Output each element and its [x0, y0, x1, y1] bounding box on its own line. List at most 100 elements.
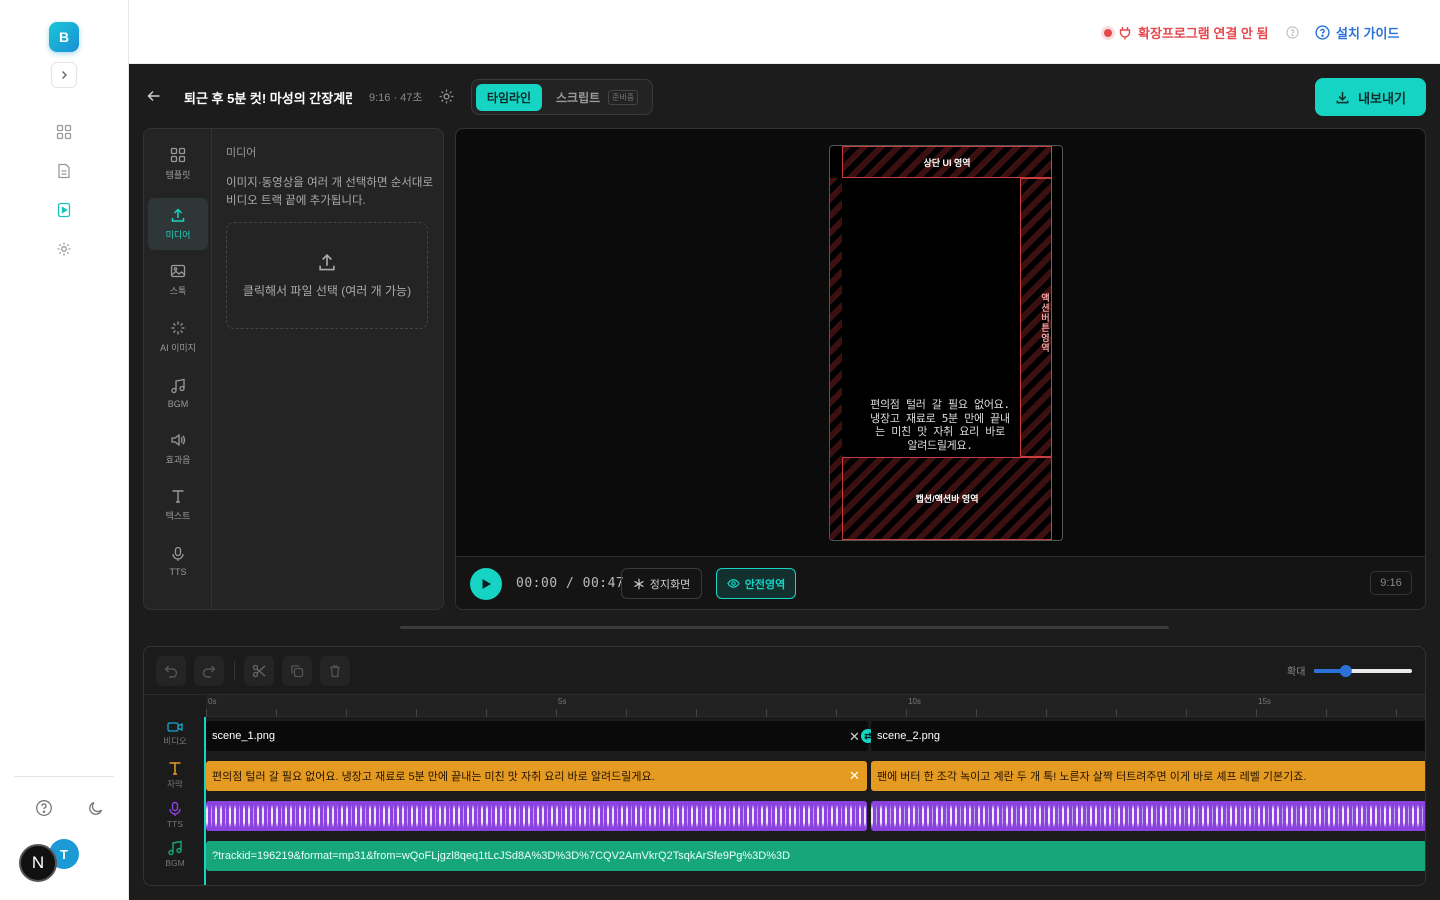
- upload-icon: [319, 253, 335, 271]
- project-settings-button[interactable]: [438, 88, 455, 110]
- gear-icon: [439, 89, 454, 104]
- template-icon: [170, 147, 186, 163]
- ruler-tick: [906, 709, 907, 717]
- tool-sfx[interactable]: 효과음: [148, 423, 208, 475]
- subtitle-clip[interactable]: 팬에 버터 한 조각 녹이고 계란 두 개 톡! 노른자 살짝 터트려주면 이게…: [871, 761, 1425, 791]
- arrow-left-icon: [147, 90, 160, 102]
- time-ruler[interactable]: 0s 5s 10s 15s: [206, 695, 1425, 717]
- ruler-tick: [206, 709, 207, 717]
- waveform: [871, 801, 1425, 831]
- video-canvas[interactable]: 상단 UI 영역 액션버튼영역 캡션/액션바 영역 편의점 털러 갈 필요 없어…: [829, 145, 1063, 541]
- tool-text[interactable]: 텍스트: [148, 479, 208, 531]
- ruler-tick: [1326, 709, 1327, 717]
- copy-icon: [291, 665, 304, 678]
- tab-script-label: 스크립트: [556, 91, 601, 105]
- still-frame-label: 정지화면: [649, 578, 691, 591]
- sidebar-item-documents[interactable]: [54, 161, 74, 181]
- tts-clip[interactable]: [871, 801, 1425, 831]
- tool-ai-image[interactable]: AI 이미지: [148, 311, 208, 363]
- help-button[interactable]: [35, 799, 53, 822]
- ruler-label: 0s: [208, 697, 217, 706]
- tool-stock[interactable]: 스톡: [148, 254, 208, 306]
- total-time: 00:47: [582, 576, 625, 591]
- asset-panel: 템플릿 미디어 스톡 AI 이미지 BGM 효과음 텍스트 TTS 미디어 이미…: [143, 128, 444, 610]
- clip-label: scene_1.png: [212, 730, 275, 742]
- sidebar-expand-button[interactable]: [51, 62, 77, 88]
- safe-zone-top: 상단 UI 영역: [842, 146, 1052, 178]
- video-clip[interactable]: scene_1.png: [206, 721, 868, 751]
- waveform: [206, 801, 867, 831]
- safe-zone-label: 안전영역: [744, 578, 786, 591]
- still-frame-button[interactable]: 정지화면: [621, 568, 702, 599]
- subtitle-clip[interactable]: 편의점 털러 갈 필요 없어요. 냉장고 재료로 5분 만에 끝내는 미친 맛 …: [206, 761, 867, 791]
- install-guide-link[interactable]: 설치 가이드: [1315, 23, 1399, 42]
- clip-label: scene_2.png: [877, 730, 940, 742]
- undo-icon: [164, 665, 178, 678]
- video-file-icon: [57, 202, 71, 218]
- play-button[interactable]: [470, 568, 502, 600]
- export-button[interactable]: 내보내기: [1315, 78, 1426, 116]
- mic-icon: [169, 801, 181, 816]
- zoom-thumb[interactable]: [1339, 665, 1352, 677]
- workspace-avatar[interactable]: N: [19, 844, 57, 882]
- music-icon: [168, 840, 182, 856]
- split-button[interactable]: [244, 656, 274, 686]
- play-icon: [482, 579, 491, 589]
- resize-handle[interactable]: [400, 626, 1169, 629]
- track-label-bgm: BGM: [144, 840, 206, 868]
- tool-media[interactable]: 미디어: [148, 198, 208, 250]
- preview-panel: 상단 UI 영역 액션버튼영역 캡션/액션바 영역 편의점 털러 갈 필요 없어…: [455, 128, 1426, 610]
- sidebar-item-projects[interactable]: [54, 122, 74, 142]
- close-icon[interactable]: ✕: [849, 768, 860, 784]
- tool-rail: 템플릿 미디어 스톡 AI 이미지 BGM 효과음 텍스트 TTS: [144, 129, 212, 609]
- tts-clip[interactable]: [206, 801, 867, 831]
- app-logo[interactable]: B: [49, 22, 79, 52]
- ruler-tick: [486, 709, 487, 717]
- safe-zone-left: [830, 178, 842, 540]
- delete-button[interactable]: [320, 656, 350, 686]
- clip-label: 팬에 버터 한 조각 녹이고 계란 두 개 톡! 노른자 살짝 터트려주면 이게…: [877, 771, 1307, 783]
- tool-label: 템플릿: [165, 170, 191, 180]
- extension-status[interactable]: 확장프로그램 연결 안 됨: [1104, 23, 1300, 42]
- video-clip[interactable]: scene_2.png: [871, 721, 1425, 751]
- sidebar-item-video-editor[interactable]: [54, 200, 74, 220]
- sidebar-divider: [14, 776, 114, 777]
- sparkle-icon: [171, 321, 185, 335]
- track-label-tts: TTS: [144, 801, 206, 829]
- aspect-ratio-badge[interactable]: 9:16: [1370, 571, 1412, 595]
- safe-zone-bottom: 캡션/액션바 영역: [842, 457, 1052, 540]
- timeline-toolbar: 확대: [144, 647, 1425, 695]
- file-dropzone[interactable]: 클릭해서 파일 선택 (여러 개 가능): [226, 222, 428, 329]
- redo-button[interactable]: [194, 656, 224, 686]
- duplicate-button[interactable]: [282, 656, 312, 686]
- undo-button[interactable]: [156, 656, 186, 686]
- image-icon: [170, 264, 186, 278]
- panel-title: 미디어: [226, 147, 257, 159]
- close-icon[interactable]: ✕: [849, 729, 860, 745]
- caption-overlay[interactable]: 편의점 털러 갈 필요 없어요. 냉장고 재료로 5분 만에 끝내는 미친 맛 …: [870, 398, 1010, 452]
- zoom-slider[interactable]: [1314, 664, 1412, 677]
- tool-bgm[interactable]: BGM: [148, 367, 208, 419]
- tool-tts[interactable]: TTS: [148, 535, 208, 587]
- sidebar-item-settings[interactable]: [54, 239, 74, 259]
- ruler-tick: [696, 709, 697, 717]
- project-title[interactable]: 퇴근 후 5분 컷! 마성의 간장계란밥: [184, 88, 352, 107]
- track-label-video: 비디오: [144, 721, 206, 747]
- video-icon: [167, 722, 183, 732]
- playback-controls: 00:00 / 00:47 정지화면 안전영역 9:16: [456, 556, 1425, 609]
- playhead[interactable]: [204, 717, 206, 885]
- tool-label: AI 이미지: [160, 343, 196, 353]
- ruler-tick: [626, 709, 627, 717]
- text-icon: [169, 762, 181, 775]
- theme-toggle-button[interactable]: [87, 799, 105, 822]
- snowflake-icon: [633, 578, 644, 589]
- tab-script[interactable]: 스크립트 준비중: [556, 84, 639, 111]
- bgm-clip[interactable]: ?trackid=196219&format=mp31&from=wQoFLjg…: [206, 841, 1425, 871]
- grid-icon: [56, 124, 72, 140]
- dropzone-label: 클릭해서 파일 선택 (여러 개 가능): [242, 284, 412, 298]
- safe-zone-toggle[interactable]: 안전영역: [716, 568, 796, 599]
- tool-template[interactable]: 템플릿: [148, 138, 208, 190]
- back-button[interactable]: [146, 88, 162, 109]
- tab-timeline[interactable]: 타임라인: [476, 84, 542, 111]
- gear-icon: [57, 242, 71, 256]
